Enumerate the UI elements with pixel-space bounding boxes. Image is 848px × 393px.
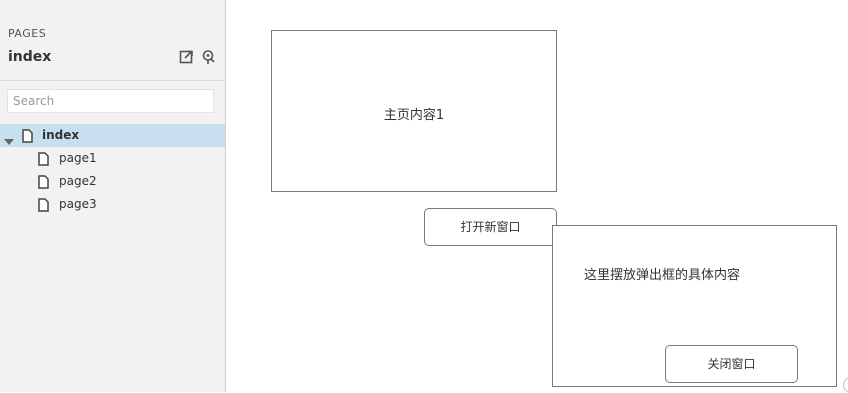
project-title: index — [8, 49, 52, 65]
tree-item-label: page3 — [59, 197, 97, 211]
tree-item-page3[interactable]: page3 — [0, 193, 225, 216]
page-icon — [38, 174, 49, 193]
tree-item-page2[interactable]: page2 — [0, 170, 225, 193]
open-window-button[interactable]: 打开新窗口 — [424, 208, 557, 246]
tree-item-label: index — [42, 128, 80, 142]
sidebar-divider — [0, 80, 225, 81]
main-content-box: 主页内容1 — [271, 30, 557, 192]
sidebar: PAGES index index page1 — [0, 0, 226, 392]
popup-dialog: 这里摆放弹出框的具体内容 关闭窗口 — [552, 225, 837, 387]
tree-item-label: page2 — [59, 174, 97, 188]
page-icon — [38, 151, 49, 170]
page-icon — [38, 197, 49, 216]
design-canvas: 主页内容1 打开新窗口 这里摆放弹出框的具体内容 关闭窗口 — [226, 0, 848, 392]
page-icon — [22, 128, 33, 147]
pages-section-label: PAGES — [8, 27, 47, 40]
tree-item-label: page1 — [59, 151, 97, 165]
export-page-icon[interactable] — [179, 49, 195, 65]
close-window-button[interactable]: 关闭窗口 — [665, 345, 798, 383]
popup-content-text: 这里摆放弹出框的具体内容 — [584, 268, 741, 283]
main-content-text: 主页内容1 — [383, 108, 445, 123]
tree-item-page1[interactable]: page1 — [0, 147, 225, 170]
tree-item-index[interactable]: index — [0, 124, 225, 147]
map-pin-icon[interactable] — [201, 49, 217, 65]
search-input[interactable] — [7, 89, 214, 113]
